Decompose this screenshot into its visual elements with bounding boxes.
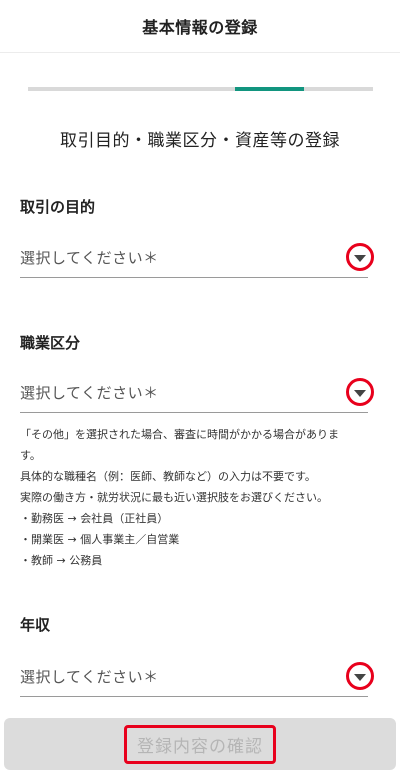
progress-segment-current	[235, 87, 304, 91]
page-title: 基本情報の登録	[142, 18, 258, 37]
page-header: 基本情報の登録	[0, 0, 400, 53]
help-line: 具体的な職種名（例：医師、教師など）の入力は不要です。	[20, 470, 316, 483]
step-title: 取引目的・職業区分・資産等の登録	[60, 131, 340, 151]
help-line: 「その他」を選択された場合、審査に時間がかかる場合がありま	[20, 428, 339, 441]
progress-segment	[97, 87, 166, 91]
occupation-help-text: 「その他」を選択された場合、審査に時間がかかる場合がありま す。 具体的な職種名…	[20, 424, 380, 571]
progress-segment	[304, 87, 373, 91]
purpose-select[interactable]: 選択してください＊	[20, 237, 374, 278]
confirm-button[interactable]: 登録内容の確認	[4, 718, 396, 770]
help-example: ・教師 → 公務員	[20, 554, 103, 567]
occupation-placeholder: 選択してください＊	[20, 383, 159, 402]
help-example: ・開業医 → 個人事業主／自営業	[20, 533, 180, 546]
help-example: ・勤務医 → 会社員（正社員）	[20, 512, 169, 525]
income-select[interactable]: 選択してください＊	[20, 656, 374, 697]
income-placeholder: 選択してください＊	[20, 667, 159, 686]
confirm-button-label: 登録内容の確認	[124, 724, 276, 764]
progress-segment	[28, 87, 97, 91]
chevron-down-icon[interactable]	[346, 243, 374, 271]
income-label: 年収	[20, 616, 51, 634]
purpose-placeholder: 選択してください＊	[20, 248, 159, 267]
step-progress-bar	[28, 87, 373, 91]
progress-segment	[166, 87, 235, 91]
help-line: す。	[20, 449, 41, 462]
chevron-down-icon[interactable]	[346, 662, 374, 690]
help-line: 実際の働き方・就労状況に最も近い選択肢をお選びください。	[20, 491, 328, 504]
occupation-label: 職業区分	[20, 334, 81, 352]
purpose-label: 取引の目的	[20, 198, 96, 216]
occupation-select[interactable]: 選択してください＊	[20, 372, 374, 413]
chevron-down-icon[interactable]	[346, 378, 374, 406]
